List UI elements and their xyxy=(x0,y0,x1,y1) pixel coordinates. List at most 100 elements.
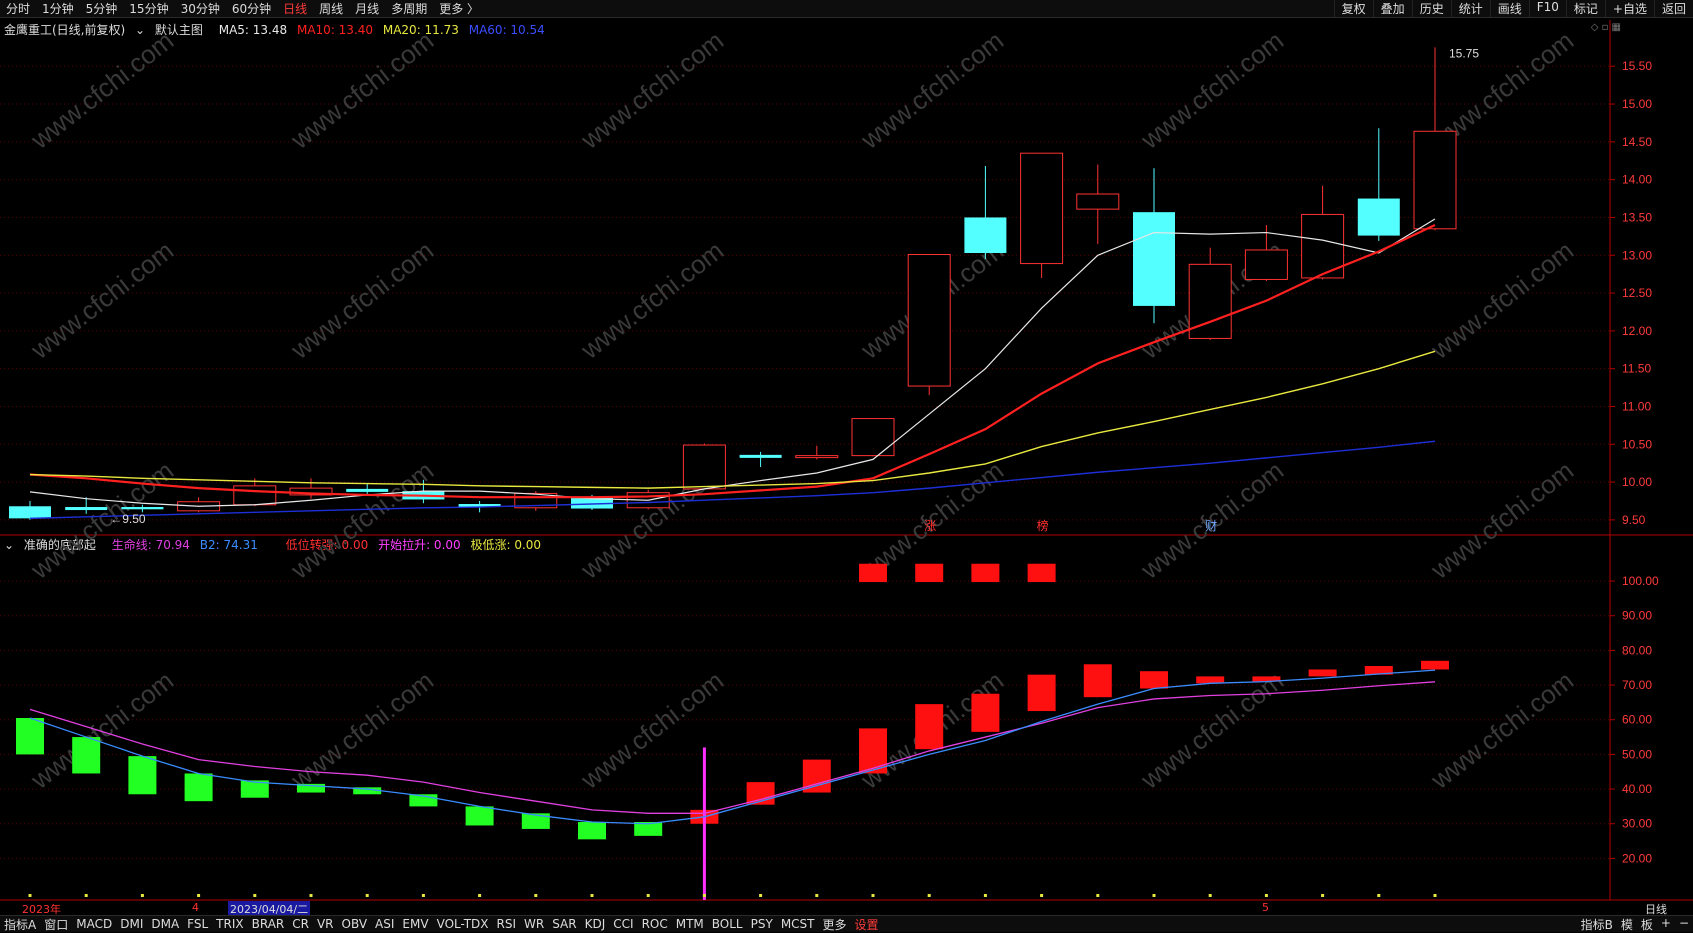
candle-body xyxy=(9,506,51,519)
indicator-tab[interactable]: VR xyxy=(313,917,338,931)
watermark-text: www.cfchi.com xyxy=(1424,235,1579,365)
indicator-tick-label: 60.00 xyxy=(1622,713,1652,727)
indicator-tab[interactable]: EMV xyxy=(398,917,432,931)
indicator-tab-bar: 指标A 窗口 MACD DMI DMA FSL TRIX BRAR CR VR … xyxy=(0,915,1693,932)
indicator-tab[interactable]: VOL-TDX xyxy=(433,917,493,931)
stock-chart[interactable]: 9.50 10.00 10.50 11.00 11.50 12.00 12.50 13.00 1… xyxy=(0,0,1693,932)
indicator-tab[interactable]: BRAR xyxy=(248,917,289,931)
date-dot xyxy=(646,894,650,897)
indicator-bar xyxy=(802,759,831,793)
date-dot xyxy=(1096,894,1100,897)
date-dot xyxy=(309,894,313,897)
indicator-tick-label: 70.00 xyxy=(1622,678,1652,692)
event-marker: 涨 xyxy=(924,518,936,533)
high-price-annotation: 15.75 xyxy=(1449,46,1479,60)
watermark-text: www.cfchi.com xyxy=(284,25,439,155)
date-dot xyxy=(253,894,257,897)
watermark-text: www.cfchi.com xyxy=(1424,665,1579,795)
watermark-text: www.cfchi.com xyxy=(284,665,439,795)
indicator-tab[interactable]: TRIX xyxy=(212,917,247,931)
indicator-b-tab[interactable]: 指标B xyxy=(1577,916,1617,933)
candle-body xyxy=(739,454,782,458)
price-tick-label: 10.50 xyxy=(1622,437,1652,451)
indicator-tab[interactable]: DMI xyxy=(116,917,147,931)
price-tick-label: 15.50 xyxy=(1622,59,1652,73)
signal-block xyxy=(915,563,944,583)
date-dot xyxy=(28,894,32,897)
date-dot xyxy=(534,894,538,897)
date-dot xyxy=(84,894,88,897)
date-axis: 2023年 4 2023/04/04/二 5 日线 xyxy=(0,900,1693,917)
watermark-text: www.cfchi.com xyxy=(854,25,1009,155)
signal-line xyxy=(702,747,706,900)
indicator-bar xyxy=(184,773,213,802)
indicator-tab[interactable]: 窗口 xyxy=(40,916,72,933)
candle-body xyxy=(1076,193,1120,210)
bottom-right-group: 指标B 模 板 + − xyxy=(1577,916,1693,933)
price-tick-label: 12.50 xyxy=(1622,286,1652,300)
indicator-tab[interactable]: PSY xyxy=(747,917,777,931)
date-dot xyxy=(1264,894,1268,897)
indicator-bar xyxy=(578,822,606,840)
price-tick-label: 11.50 xyxy=(1622,362,1651,376)
candle-body xyxy=(346,488,389,492)
watermark-text: www.cfchi.com xyxy=(1134,25,1289,155)
candle-body xyxy=(65,507,108,511)
indicator-tab[interactable]: MTM xyxy=(672,917,708,931)
indicator-tab[interactable]: WR xyxy=(520,917,548,931)
indicator-bar xyxy=(1083,664,1112,698)
indicator-bar xyxy=(1421,660,1449,670)
date-dot xyxy=(140,894,144,897)
indicator-bar xyxy=(16,718,44,755)
zoom-out-button[interactable]: − xyxy=(1675,916,1693,933)
board-tab[interactable]: 板 xyxy=(1637,916,1657,933)
price-tick-label: 9.50 xyxy=(1622,513,1646,527)
indicator-tab[interactable]: RSI xyxy=(493,917,521,931)
date-dot xyxy=(927,894,931,897)
candle-body xyxy=(795,455,839,459)
price-tick-label: 14.50 xyxy=(1622,135,1652,149)
indicator-tab[interactable]: CCI xyxy=(609,917,637,931)
indicator-tick-label: 80.00 xyxy=(1622,643,1652,657)
date-dot xyxy=(815,894,819,897)
price-tick-label: 10.00 xyxy=(1622,475,1652,489)
candle-body xyxy=(851,418,895,457)
price-tick-label: 12.00 xyxy=(1622,324,1652,338)
candle-body xyxy=(1133,212,1175,306)
more-indicators-tab[interactable]: 更多 xyxy=(819,916,851,933)
indicator-tab[interactable]: SAR xyxy=(548,917,580,931)
watermark-text: www.cfchi.com xyxy=(24,25,179,155)
date-dot xyxy=(421,894,425,897)
date-dot xyxy=(1152,894,1156,897)
date-dot xyxy=(871,894,875,897)
settings-tab[interactable]: 设置 xyxy=(851,916,883,933)
indicator-tick-label: 30.00 xyxy=(1622,817,1652,831)
price-tick-label: 14.00 xyxy=(1622,173,1652,187)
candle-body xyxy=(907,254,951,387)
indicator-tab[interactable]: DMA xyxy=(147,917,183,931)
indicator-bar xyxy=(915,704,944,750)
indicator-bar xyxy=(128,756,157,795)
price-tick-label: 13.00 xyxy=(1622,248,1652,262)
indicator-bar xyxy=(465,806,494,826)
indicator-tick-label: 100.00 xyxy=(1622,574,1659,588)
watermark-text: www.cfchi.com xyxy=(574,235,729,365)
candle-body xyxy=(1357,198,1400,236)
template-tab[interactable]: 模 xyxy=(1617,916,1637,933)
watermark-text: www.cfchi.com xyxy=(24,235,179,365)
date-label: 5 xyxy=(1262,901,1269,914)
indicator-tab[interactable]: OBV xyxy=(338,917,372,931)
indicator-tab[interactable]: KDJ xyxy=(581,917,610,931)
indicator-bar xyxy=(1027,674,1056,712)
indicator-tab[interactable]: CR xyxy=(288,917,313,931)
indicator-tab[interactable]: FSL xyxy=(183,917,212,931)
indicator-tab[interactable]: 指标A xyxy=(0,916,40,933)
indicator-tab[interactable]: MCST xyxy=(777,917,819,931)
date-dot xyxy=(1377,894,1381,897)
zoom-in-button[interactable]: + xyxy=(1657,916,1675,933)
indicator-tab[interactable]: MACD xyxy=(72,917,116,931)
indicator-tab[interactable]: ROC xyxy=(638,917,672,931)
indicator-tab[interactable]: BOLL xyxy=(708,917,747,931)
date-dot xyxy=(759,894,763,897)
indicator-tab[interactable]: ASI xyxy=(371,917,398,931)
